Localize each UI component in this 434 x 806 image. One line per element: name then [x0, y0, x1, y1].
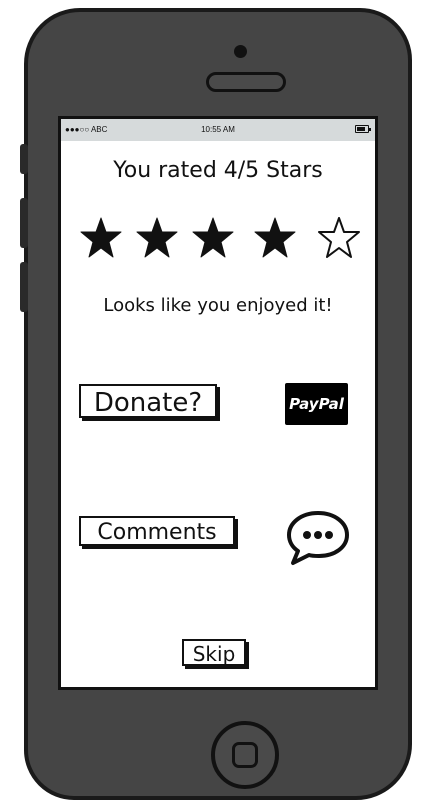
paypal-button[interactable]: PayPal	[285, 383, 348, 425]
star-filled-icon-1[interactable]	[79, 216, 123, 260]
rating-title: You rated 4/5 Stars	[113, 158, 323, 183]
speech-bubble-icon[interactable]	[285, 509, 351, 567]
side-button-volume-up	[20, 198, 28, 248]
side-button-mute	[20, 144, 28, 174]
status-time: 10:55 AM	[201, 125, 235, 134]
star-empty-icon-5[interactable]	[317, 216, 361, 260]
star-filled-icon-2[interactable]	[135, 216, 179, 260]
star-rating[interactable]	[79, 216, 369, 262]
star-filled-icon-3[interactable]	[191, 216, 235, 260]
home-button[interactable]	[211, 721, 279, 789]
skip-button[interactable]: Skip	[182, 639, 246, 666]
comments-button[interactable]: Comments	[79, 516, 235, 546]
status-bar: ●●●○○ ABC 10:55 AM	[61, 119, 375, 141]
star-filled-icon-4[interactable]	[253, 216, 297, 260]
battery-icon	[355, 125, 371, 133]
camera-icon	[234, 45, 247, 58]
donate-button[interactable]: Donate?	[79, 384, 217, 418]
speaker-grille	[206, 72, 286, 92]
feedback-message: Looks like you enjoyed it!	[103, 295, 333, 316]
side-button-volume-down	[20, 262, 28, 312]
phone-screen: ●●●○○ ABC 10:55 AM You rated 4/5 Stars L…	[58, 116, 378, 690]
home-square-icon	[232, 742, 258, 768]
